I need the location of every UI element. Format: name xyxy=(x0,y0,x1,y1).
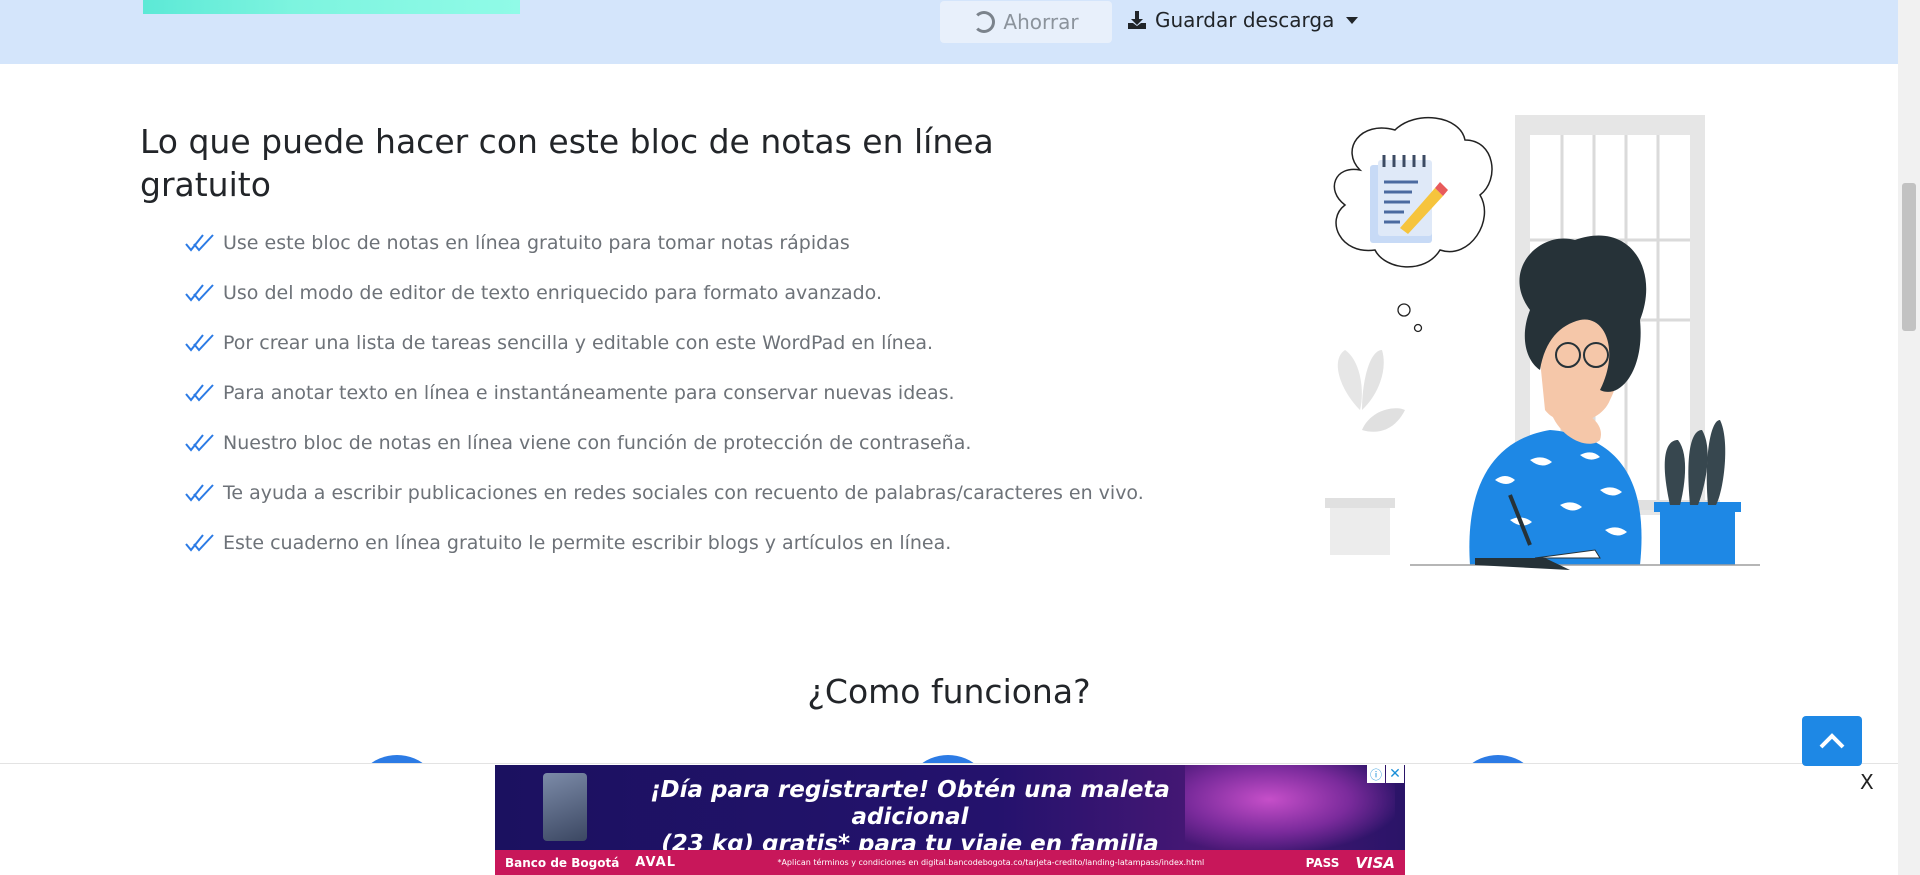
feature-text: Este cuaderno en línea gratuito le permi… xyxy=(223,532,952,554)
double-check-icon xyxy=(185,234,214,252)
double-check-icon xyxy=(185,434,214,452)
visa-logo-text: VISA xyxy=(1355,853,1395,872)
download-icon xyxy=(1128,11,1146,29)
feature-item: Nuestro bloc de notas en línea viene con… xyxy=(185,418,1144,468)
ad-people-image xyxy=(1185,765,1395,851)
scrollbar-thumb[interactable] xyxy=(1902,183,1916,331)
ad-banner[interactable]: ¡Día para registrarte! Obtén una maleta … xyxy=(495,765,1405,875)
double-check-icon xyxy=(185,284,214,302)
double-check-icon xyxy=(185,384,214,402)
bank-logo-text: Banco de Bogotá xyxy=(505,855,620,870)
feature-text: Use este bloc de notas en línea gratuito… xyxy=(223,232,850,254)
ad-close-icon[interactable]: ✕ xyxy=(1386,765,1404,783)
feature-list: Use este bloc de notas en línea gratuito… xyxy=(185,218,1144,568)
feature-item: Este cuaderno en línea gratuito le permi… xyxy=(185,518,1144,568)
feature-item: Te ayuda a escribir publicaciones en red… xyxy=(185,468,1144,518)
credit-card-image xyxy=(543,773,587,841)
scroll-to-top-button[interactable] xyxy=(1802,716,1862,766)
toolbar-image-strip xyxy=(143,0,520,14)
chevron-down-icon xyxy=(1346,16,1359,24)
loading-spinner-icon xyxy=(973,11,996,33)
chevron-up-icon xyxy=(1819,733,1845,749)
double-check-icon xyxy=(185,334,214,352)
feature-text: Para anotar texto en línea e instantánea… xyxy=(223,382,955,404)
how-it-works-title: ¿Como funciona? xyxy=(807,672,1091,711)
thinking-woman-illustration xyxy=(1325,115,1760,570)
feature-text: Te ayuda a escribir publicaciones en red… xyxy=(223,482,1144,504)
ad-bar-close-button[interactable]: X xyxy=(1860,770,1874,794)
ad-info-icon[interactable]: ⓘ xyxy=(1367,765,1385,783)
save-button[interactable]: Ahorrar xyxy=(940,1,1112,43)
feature-item: Use este bloc de notas en línea gratuito… xyxy=(185,218,1144,268)
ad-headline-line-1: ¡Día para registrarte! Obtén una maleta … xyxy=(650,777,1170,830)
ad-headline: ¡Día para registrarte! Obtén una maleta … xyxy=(630,777,1190,858)
double-check-icon xyxy=(185,484,214,502)
feature-text: Por crear una lista de tareas sencilla y… xyxy=(223,332,934,354)
download-dropdown-button[interactable]: Guardar descarga xyxy=(1127,4,1359,36)
aval-logo-text: AVAL xyxy=(635,855,676,870)
section-title: Lo que puede hacer con este bloc de nota… xyxy=(140,122,994,204)
download-button-label: Guardar descarga xyxy=(1155,8,1335,32)
latam-pass-logo-text: PASS xyxy=(1305,855,1340,870)
feature-item: Por crear una lista de tareas sencilla y… xyxy=(185,318,1144,368)
ad-legal-text: *Aplican términos y condiciones en digit… xyxy=(777,858,1205,867)
double-check-icon xyxy=(185,534,214,552)
feature-text: Uso del modo de editor de texto enriquec… xyxy=(223,282,882,304)
ad-footer: Banco de Bogotá AVAL *Aplican términos y… xyxy=(495,850,1405,875)
editor-toolbar: Ahorrar Guardar descarga xyxy=(0,0,1898,64)
page: Ahorrar Guardar descarga Lo que puede ha… xyxy=(0,0,1920,875)
save-button-label: Ahorrar xyxy=(1003,10,1079,34)
feature-text: Nuestro bloc de notas en línea viene con… xyxy=(223,432,972,454)
feature-item: Para anotar texto en línea e instantánea… xyxy=(185,368,1144,418)
feature-item: Uso del modo de editor de texto enriquec… xyxy=(185,268,1144,318)
vertical-scrollbar[interactable] xyxy=(1898,0,1920,875)
